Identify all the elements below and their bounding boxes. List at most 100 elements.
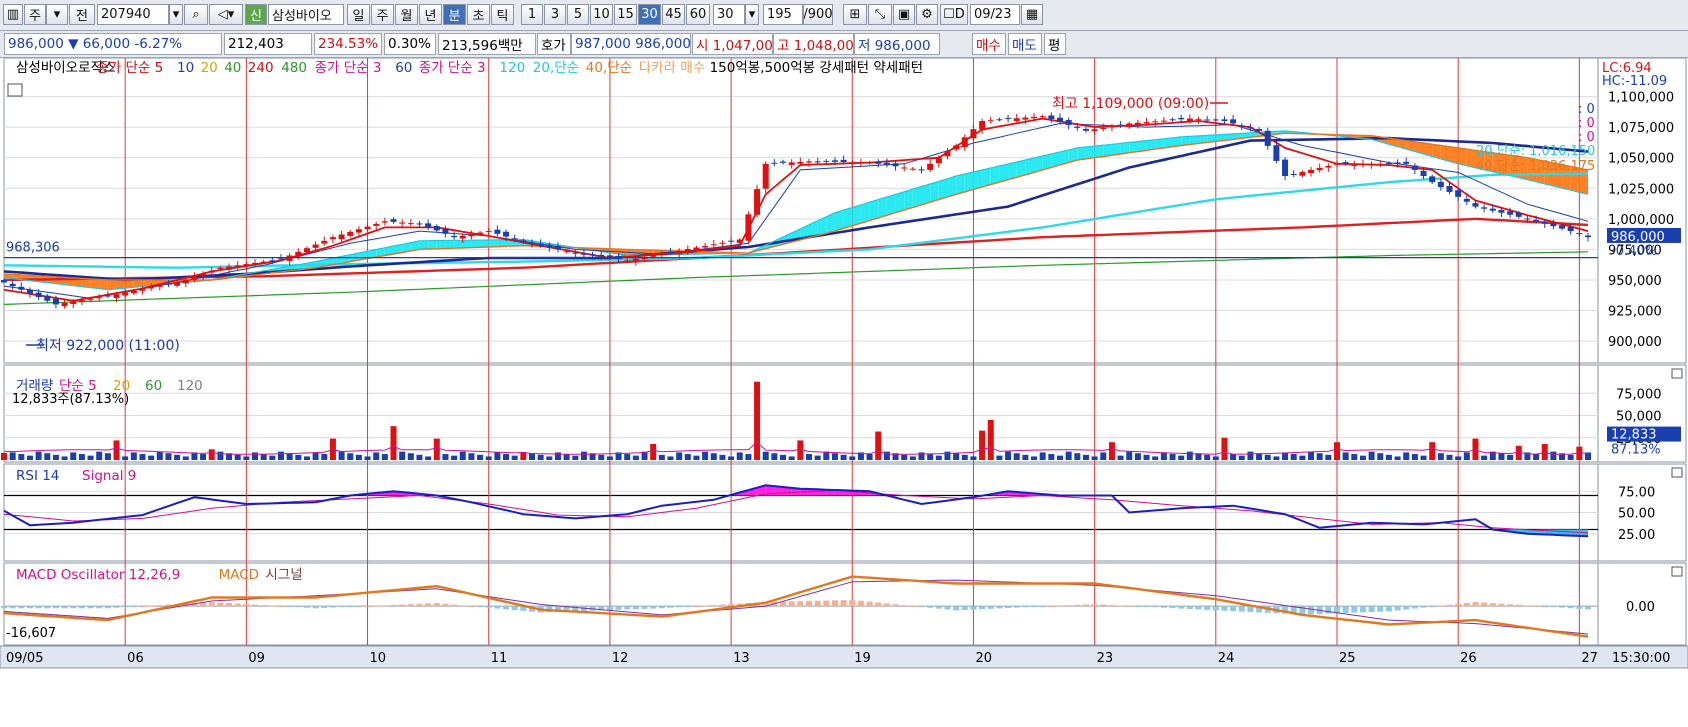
candle-body	[252, 262, 259, 265]
volume-bar	[156, 451, 163, 460]
macd-oscillator-bar	[918, 606, 925, 608]
candle-body	[702, 245, 709, 248]
candle-body	[1212, 119, 1219, 121]
stock-name-field[interactable]: 삼성바이오	[268, 4, 344, 25]
interval-10-button[interactable]: 10	[590, 4, 613, 25]
candle-body	[347, 231, 354, 236]
period-week-button[interactable]: 주	[371, 4, 394, 25]
volume-bar	[1126, 451, 1133, 460]
layout-icon[interactable]: ▥	[3, 4, 23, 25]
candle-body	[546, 244, 553, 248]
save-icon[interactable]: ▣	[893, 4, 915, 25]
candle-body	[459, 235, 466, 239]
candle-body	[1082, 128, 1089, 131]
period-month-button[interactable]: 월	[395, 4, 418, 25]
settings-icon[interactable]: ⚙	[916, 4, 938, 25]
interval-1-button[interactable]: 1	[521, 4, 543, 25]
interval-3-button[interactable]: 3	[544, 4, 566, 25]
candle-body	[61, 302, 68, 307]
volume-bar	[598, 454, 605, 460]
date-input[interactable]: 09/23	[970, 4, 1020, 25]
macd-oscillator-bar	[1, 606, 7, 609]
candle-body	[373, 223, 380, 226]
buy-button[interactable]: 매수	[972, 33, 1006, 55]
macd-oscillator-bar	[1325, 606, 1332, 614]
period-tick-button[interactable]: 틱	[491, 4, 514, 25]
stock-code-input[interactable]: 207940	[97, 4, 169, 25]
period-day-button[interactable]: 일	[347, 4, 370, 25]
candle-body	[909, 168, 916, 170]
prev-button[interactable]: 전	[69, 4, 95, 25]
macd-oscillator-bar	[1039, 606, 1046, 608]
indicator-icon[interactable]: ⊞	[843, 4, 867, 25]
ichimoku-cloud	[938, 178, 948, 200]
current-price-change: 986,000 ▼ 66,000 -6.27%	[4, 33, 222, 55]
market-type-dropdown[interactable]: ▾	[46, 4, 68, 25]
price-legend-item: 120	[499, 60, 525, 76]
chart-area[interactable]: 1,100,000 1,075,000 1,050,000 1,025,000 1,00…	[0, 58, 1688, 727]
interval-30-button[interactable]: 30	[638, 4, 661, 25]
ichimoku-cloud	[895, 191, 905, 213]
interval-5-button[interactable]: 5	[567, 4, 589, 25]
ichimoku-cloud	[921, 183, 931, 205]
candle-body	[35, 292, 42, 298]
volume-bar	[208, 449, 215, 460]
macd-oscillator-bar	[442, 603, 449, 607]
calendar-icon[interactable]: ▦	[1021, 4, 1043, 25]
candle-body	[624, 260, 631, 262]
macd-oscillator-bar	[321, 606, 328, 608]
draw-tool-icon[interactable]: ⤡	[868, 4, 892, 25]
search-icon[interactable]: ⌕	[184, 4, 208, 25]
volume-bar	[771, 453, 778, 460]
avg-button[interactable]: 평	[1044, 33, 1066, 55]
volume-bar	[1420, 455, 1427, 460]
macd-oscillator-bar	[104, 606, 111, 609]
macd-oscillator-bar	[996, 606, 1003, 609]
candle-body	[572, 252, 579, 254]
candle-body	[468, 234, 475, 237]
macd-oscillator-bar	[1576, 606, 1583, 609]
period-second-button[interactable]: 초	[467, 4, 490, 25]
price-legend-item: 40	[224, 60, 241, 76]
count-input[interactable]: 195	[763, 4, 803, 25]
macd-oscillator-bar	[139, 606, 146, 608]
macd-oscillator-bar	[70, 606, 77, 609]
volume-bar	[624, 454, 631, 460]
current-price-label: 986,000	[1611, 230, 1665, 245]
speaker-icon[interactable]: ◁▾	[209, 4, 243, 25]
ichimoku-cloud	[445, 240, 455, 249]
candle-body	[901, 167, 908, 169]
volume-bar	[1290, 454, 1297, 460]
stock-code-dropdown[interactable]: ▾	[169, 4, 183, 25]
macd-oscillator-bar	[1022, 606, 1029, 608]
period-year-button[interactable]: 년	[419, 4, 442, 25]
interval-15-button[interactable]: 15	[614, 4, 637, 25]
macd-oscillator-bar	[511, 606, 518, 611]
volume-bar	[425, 456, 432, 460]
candle-body	[1308, 169, 1315, 173]
interval-input[interactable]: 30	[713, 4, 745, 25]
volume-bar	[503, 454, 510, 460]
date-checkbox[interactable]: ☐D	[940, 4, 968, 25]
macd-oscillator-bar	[477, 606, 484, 608]
market-type-button[interactable]: 주	[24, 4, 46, 25]
interval-60-button[interactable]: 60	[686, 4, 710, 25]
macd-oscillator-bar	[35, 606, 42, 609]
interval-45-button[interactable]: 45	[662, 4, 685, 25]
volume-bar	[338, 451, 345, 460]
date-tick-label: 20	[975, 651, 992, 666]
macd-oscillator-bar	[1143, 606, 1150, 608]
interval-dropdown[interactable]: ▾	[745, 4, 759, 25]
volume-bar	[1212, 456, 1219, 460]
candle-body	[416, 223, 423, 225]
sell-button[interactable]: 매도	[1008, 33, 1042, 55]
period-minute-button[interactable]: 분	[443, 4, 466, 25]
candle-body	[1057, 117, 1063, 122]
price-legend-item: 20,단순	[533, 60, 579, 76]
macd-oscillator-bar	[831, 600, 838, 607]
volume-bar	[1359, 455, 1366, 460]
volume-bar	[1541, 443, 1548, 460]
candle-body	[710, 244, 717, 246]
ichimoku-cloud	[878, 197, 887, 218]
macd-oscillator-bar	[234, 603, 241, 607]
